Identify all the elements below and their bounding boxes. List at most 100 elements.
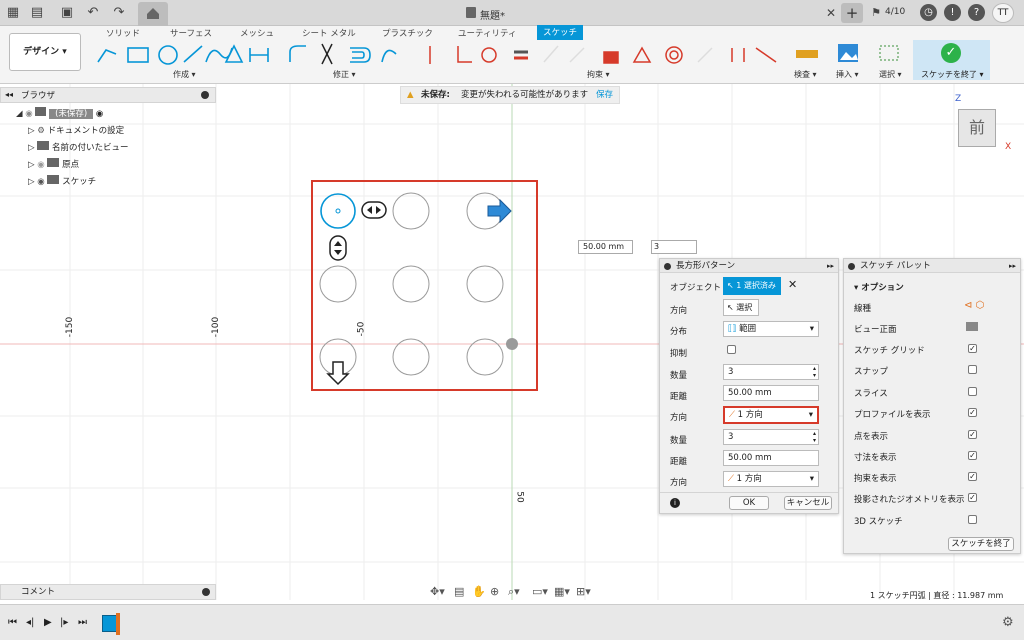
line-tool-icon [97, 49, 117, 63]
show-points-checkbox[interactable]: ✓ [968, 430, 977, 439]
tab-sheet-metal[interactable]: シート メタル [302, 27, 356, 39]
distance-input[interactable]: 50.00 mm [578, 240, 633, 254]
step-back-icon[interactable]: ◂| [26, 617, 34, 628]
objects-label: オブジェクト [670, 283, 722, 293]
document-icon [466, 7, 476, 18]
palette-header[interactable]: スケッチ パレット ▸▸ [844, 259, 1020, 273]
zoom-icon[interactable]: ⊕ [490, 585, 499, 598]
viewcube[interactable]: 前 [958, 109, 996, 147]
undo-icon[interactable]: ↶ [84, 4, 102, 22]
group-insert[interactable]: 挿入 ▾ [836, 69, 859, 80]
display-settings-icon[interactable]: ▭▾ [532, 585, 548, 598]
trim-tool-icon [321, 43, 333, 65]
show-constraints-checkbox[interactable]: ✓ [968, 472, 977, 481]
step-forward-icon[interactable]: |▸ [60, 617, 68, 628]
dialog-header[interactable]: 長方形パターン ▸▸ [660, 259, 838, 273]
timeline-marker[interactable] [116, 613, 120, 635]
file-icon[interactable]: ▤ [28, 4, 46, 22]
expand-icon[interactable]: ▸▸ [827, 259, 834, 273]
options-section[interactable]: ▾ オプション [854, 281, 904, 293]
direction-1-select[interactable]: ⟋ 1 方向 ▾ [723, 406, 819, 424]
browser-item-root[interactable]: ◢ ◉ (未保存) ◉ [16, 107, 103, 121]
info-icon[interactable]: i [670, 498, 680, 508]
browser-header[interactable]: ◂◂ ブラウザ [0, 87, 216, 103]
tab-solid[interactable]: ソリッド [106, 27, 140, 39]
count-input[interactable]: 3 [651, 240, 697, 254]
jobs-icon[interactable]: ⚑ [867, 4, 885, 22]
go-to-start-icon[interactable]: ⏮ [8, 617, 17, 628]
tab-sketch[interactable]: スケッチ [537, 25, 584, 40]
play-icon[interactable]: ▶ [44, 617, 52, 628]
browser-item-settings[interactable]: ▷ ⚙ ドキュメントの設定 [28, 124, 124, 138]
select-icon [879, 45, 899, 61]
avatar[interactable]: TT [992, 3, 1014, 23]
tab-utility[interactable]: ユーティリティ [458, 27, 516, 39]
distribution-select[interactable]: ⟦⟧ 範囲 ▾ [723, 321, 819, 337]
look-at-label: ビュー正面 [854, 325, 897, 335]
help-icon[interactable]: ? [968, 4, 985, 21]
look-at-icon[interactable] [966, 322, 978, 331]
fit-icon[interactable]: ⌕▾ [508, 585, 520, 599]
browser-menu-icon[interactable] [201, 91, 209, 99]
direction-2-select[interactable]: ⟋ 1 方向 ▾ [723, 471, 819, 487]
viewports-icon[interactable]: ⊞▾ [576, 585, 591, 598]
new-tab-icon[interactable]: + [841, 3, 863, 23]
expand-icon[interactable]: ▸▸ [1009, 259, 1016, 273]
notifications-icon[interactable]: ! [944, 4, 961, 21]
tab-surface[interactable]: サーフェス [170, 27, 212, 39]
orbit-icon[interactable]: ✥▾ [430, 585, 445, 598]
browser-item-origin[interactable]: ▷ ◉ 原点 [28, 158, 79, 172]
home-tab[interactable] [138, 2, 168, 26]
distance-2-input[interactable]: 50.00 mm [723, 450, 819, 466]
tab-mesh[interactable]: メッシュ [240, 27, 274, 39]
unsaved-warning: ▲ 未保存: 変更が失われる可能性があります 保存 [400, 86, 620, 104]
browser-item-sketches[interactable]: ▷ ◉ スケッチ [28, 175, 96, 189]
timeline-settings-icon[interactable]: ⚙ [1002, 615, 1014, 630]
quantity-1-input[interactable]: 3 ▴ ▾ [723, 364, 819, 380]
clear-selection-icon[interactable]: ✕ [788, 278, 797, 291]
clock-icon[interactable]: ◷ [920, 4, 937, 21]
3d-sketch-checkbox[interactable] [968, 515, 977, 524]
checkmark-icon: ✓ [941, 43, 961, 63]
suppress-checkbox[interactable] [727, 345, 736, 354]
look-at-icon[interactable]: ▤ [454, 585, 464, 598]
quantity-2-input[interactable]: 3 ▴ ▾ [723, 429, 819, 445]
distance-1-input[interactable]: 50.00 mm [723, 385, 819, 401]
redo-icon[interactable]: ↷ [110, 4, 128, 22]
snap-checkbox[interactable] [968, 365, 977, 374]
grid-settings-icon[interactable]: ▦▾ [554, 585, 570, 598]
direction-select-button[interactable]: ↖ 選択 [723, 299, 759, 316]
comments-panel[interactable]: コメント [0, 584, 216, 600]
add-comment-icon[interactable] [202, 588, 210, 596]
linetype-label: 線種 [854, 304, 872, 314]
browser-item-label: 原点 [62, 160, 80, 170]
show-profile-checkbox[interactable]: ✓ [968, 408, 977, 417]
slice-checkbox[interactable] [968, 387, 977, 396]
show-dimensions-checkbox[interactable]: ✓ [968, 451, 977, 460]
palette-finish-sketch-button[interactable]: スケッチを終了 [948, 537, 1014, 551]
group-create[interactable]: 作成 ▾ [173, 69, 196, 80]
direction-arrow-right [487, 198, 512, 224]
objects-select-button[interactable]: ↖ 1 選択済み [723, 277, 781, 295]
save-icon[interactable]: ▣ [58, 4, 76, 22]
save-link[interactable]: 保存 [596, 87, 613, 104]
group-constraints[interactable]: 拘束 ▾ [587, 69, 610, 80]
group-modify[interactable]: 修正 ▾ [333, 69, 356, 80]
ok-button[interactable]: OK [729, 496, 769, 510]
cancel-button[interactable]: キャンセル [784, 496, 832, 510]
group-select[interactable]: 選択 ▾ [879, 69, 902, 80]
linetype-icon[interactable]: ⊲ ⬡ [964, 300, 984, 311]
workspace-button[interactable]: デザイン ▾ [9, 33, 81, 71]
group-inspect[interactable]: 検査 ▾ [794, 69, 817, 80]
app-grid-icon[interactable]: ▦ [4, 4, 22, 22]
pan-icon[interactable]: ✋ [472, 585, 486, 598]
tab-plastic[interactable]: プラスチック [382, 27, 433, 39]
show-projected-checkbox[interactable]: ✓ [968, 493, 977, 502]
grid-checkbox[interactable]: ✓ [968, 344, 977, 353]
go-to-end-icon[interactable]: ⏭ [78, 617, 87, 628]
finish-sketch-button[interactable]: ✓ スケッチを終了 ▾ [913, 40, 990, 80]
vertical-spacing-handle [329, 235, 347, 261]
collapse-icon[interactable]: ◂◂ [5, 90, 13, 99]
close-tab-icon[interactable]: ✕ [822, 4, 840, 22]
browser-item-views[interactable]: ▷ 名前の付いたビュー [28, 141, 128, 155]
